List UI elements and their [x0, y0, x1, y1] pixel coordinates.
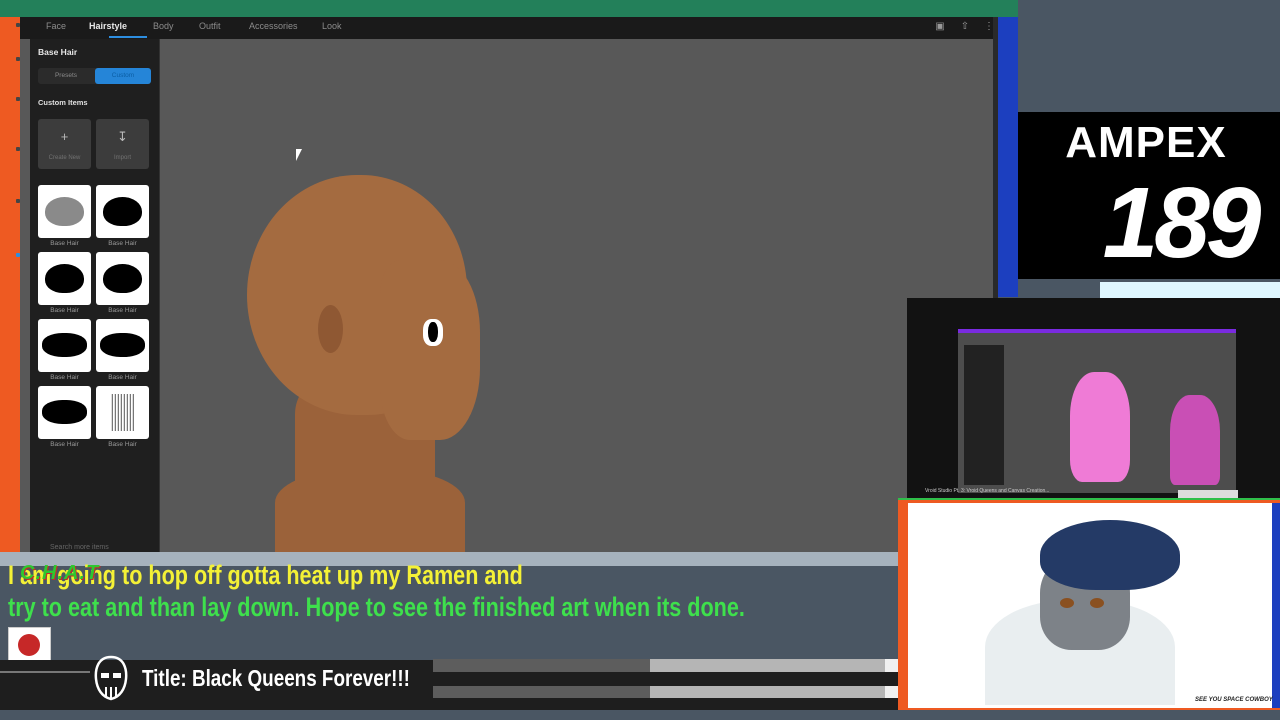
hair-thumbnail: [103, 264, 142, 293]
brand-accent-bar: [1100, 282, 1280, 298]
share-icon[interactable]: ⇧: [958, 20, 972, 34]
preview-pink-character: [1170, 395, 1220, 485]
title-bar-segment: [433, 659, 650, 672]
brand-number: 189: [1102, 167, 1262, 279]
brand-name: AMPEX: [1065, 118, 1227, 167]
tab-body[interactable]: Body: [153, 17, 174, 39]
title-bar-segment: [650, 659, 885, 672]
create-new-label: Create New: [48, 155, 81, 161]
webcam-watermark: SEE YOU SPACE COWBOY: [1195, 697, 1273, 703]
hair-item[interactable]: [38, 252, 91, 305]
avatar-hat: [1040, 520, 1180, 590]
left-toolbar-strip: [0, 17, 20, 552]
avatar-eye: [1090, 598, 1104, 608]
hair-item-label: Base Hair: [108, 240, 137, 247]
hair-thumbnail: [42, 333, 87, 357]
model-pupil: [428, 322, 438, 342]
segment-custom[interactable]: Custom: [95, 68, 151, 84]
overlay-blue-bar: [998, 17, 1018, 297]
import-button[interactable]: ↧ Import: [96, 119, 149, 169]
hair-item[interactable]: [38, 386, 91, 439]
title-bar-segment: [650, 686, 885, 698]
preview-caption: Vroid Studio Pt. 3: Vroid Queens and Can…: [925, 488, 1050, 494]
import-label: Import: [113, 155, 131, 161]
hair-item-label: Base Hair: [108, 374, 137, 381]
bottom-strip: [0, 710, 1280, 720]
tab-look[interactable]: Look: [322, 17, 342, 39]
tab-accessories[interactable]: Accessories: [249, 17, 298, 39]
hair-thumbnail: [111, 394, 134, 431]
hair-panel: Base Hair Presets Custom Custom Items + …: [30, 39, 160, 552]
tab-outfit[interactable]: Outfit: [199, 17, 221, 39]
hair-item[interactable]: [38, 319, 91, 372]
top-bar: [0, 0, 1018, 17]
hair-thumbnail: [45, 197, 84, 226]
camera-icon[interactable]: ▣: [933, 20, 947, 34]
create-new-button[interactable]: + Create New: [38, 119, 91, 169]
hair-thumbnail: [42, 400, 87, 424]
hair-item-label: Base Hair: [50, 240, 79, 247]
custom-items-heading: Custom Items: [38, 98, 88, 107]
panel-title: Base Hair: [38, 47, 78, 57]
webcam-top-line: [898, 498, 1280, 500]
hair-item-label: Base Hair: [50, 307, 79, 314]
hair-thumbnail: [100, 333, 145, 357]
hair-item[interactable]: [96, 252, 149, 305]
preset-custom-toggle: Presets Custom: [38, 68, 151, 84]
category-tabs: Face Hairstyle Body Outfit Accessories L…: [20, 17, 998, 39]
model-face: [380, 260, 480, 440]
model-ear: [318, 305, 343, 353]
hair-thumbnail: [45, 264, 84, 293]
preview-pink-hair-model: [1070, 372, 1130, 482]
import-icon: ↧: [117, 129, 128, 144]
hair-item-label: Base Hair: [50, 441, 79, 448]
hair-item-label: Base Hair: [50, 374, 79, 381]
preview-bar: [1178, 490, 1238, 498]
hair-thumbnail: [103, 197, 142, 226]
hair-item[interactable]: [96, 386, 149, 439]
hair-item[interactable]: [96, 185, 149, 238]
chat-message-line-2: try to eat and than lay down. Hope to se…: [8, 592, 745, 622]
hair-item[interactable]: [38, 185, 91, 238]
title-bar-segment: [433, 686, 650, 698]
title-bar-line: [0, 671, 90, 673]
stream-title: Title: Black Queens Forever!!!: [142, 665, 410, 691]
avatar-eye: [1060, 598, 1074, 608]
preview-hair-panel: [964, 345, 1004, 485]
hair-item-label: Base Hair: [108, 307, 137, 314]
segment-presets[interactable]: Presets: [38, 68, 94, 84]
active-tab-indicator: [109, 36, 147, 38]
webcam-side-bar: [1272, 503, 1280, 708]
mouse-cursor: [296, 149, 308, 161]
mask-logo-icon: [94, 655, 128, 701]
viewport[interactable]: [20, 17, 998, 552]
tab-face[interactable]: Face: [46, 17, 66, 39]
plus-icon: +: [60, 129, 69, 144]
chat-logo: C.H.A.T: [20, 562, 100, 584]
hair-item-label: Base Hair: [108, 441, 137, 448]
search-more-link[interactable]: Search more items: [50, 544, 109, 551]
hair-item[interactable]: [96, 319, 149, 372]
